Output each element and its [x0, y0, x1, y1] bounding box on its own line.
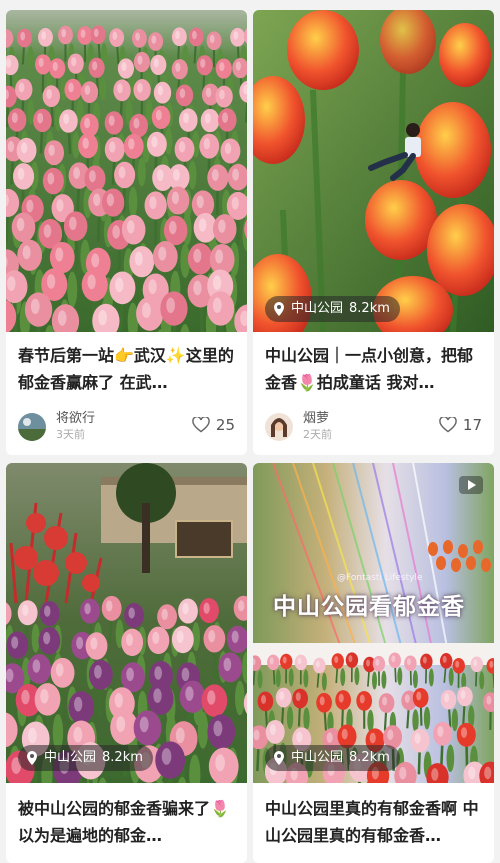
heart-icon — [439, 417, 457, 433]
location-pin-icon — [273, 751, 285, 765]
card-2-author-name: 烟萝 — [303, 411, 332, 427]
card-2-like-count: 17 — [463, 416, 482, 434]
card-2-location-name: 中山公园 — [291, 296, 343, 322]
card-4-title[interactable]: 中山公园里真的有郁金香啊 中山公园里真的有郁金香… — [265, 795, 482, 849]
card-2-author[interactable]: 烟萝 2天前 — [265, 411, 332, 442]
note-card-1[interactable]: 春节后第一站👉武汉✨这里的郁金香赢麻了 在武… 将欲行 3天前 25 — [6, 10, 247, 455]
card-1-post-time: 3天前 — [56, 427, 95, 442]
card-1-title[interactable]: 春节后第一站👉武汉✨这里的郁金香赢麻了 在武… — [18, 342, 235, 396]
card-1-author-name: 将欲行 — [56, 411, 95, 427]
card-1-like-count: 25 — [216, 416, 235, 434]
note-card-2[interactable]: 中山公园 8.2km 中山公园｜一点小创意，把郁金香🌷拍成童话 我对… 烟萝 2… — [253, 10, 494, 455]
card-4-cover-image[interactable]: @Fontasti Lifestyle 中山公园看郁金香 — [253, 463, 494, 783]
play-icon[interactable] — [458, 475, 484, 495]
note-card-4[interactable]: @Fontasti Lifestyle 中山公园看郁金香 中山公园 8.2km … — [253, 463, 494, 863]
card-1-like-button[interactable]: 25 — [192, 416, 235, 434]
card-4-location-name: 中山公园 — [291, 745, 343, 771]
card-4-location-distance: 8.2km — [349, 745, 390, 771]
card-1-cover-image[interactable] — [6, 10, 247, 332]
card-3-cover-image[interactable] — [6, 463, 247, 783]
card-2-like-button[interactable]: 17 — [439, 416, 482, 434]
card-3-title[interactable]: 被中山公园的郁金香骗来了🌷以为是遍地的郁金… — [18, 795, 235, 849]
card-3-location-name: 中山公园 — [44, 745, 96, 771]
card-4-location-tag[interactable]: 中山公园 8.2km — [265, 745, 400, 771]
card-2-post-time: 2天前 — [303, 427, 332, 442]
card-3-location-tag[interactable]: 中山公园 8.2km — [18, 745, 153, 771]
card-2-avatar[interactable] — [265, 413, 293, 441]
card-4-overlay-title: 中山公园看郁金香 — [273, 587, 465, 621]
heart-icon — [192, 417, 210, 433]
card-2-cover-image[interactable] — [253, 10, 494, 332]
card-2-title[interactable]: 中山公园｜一点小创意，把郁金香🌷拍成童话 我对… — [265, 342, 482, 396]
location-pin-icon — [26, 751, 38, 765]
card-1-author[interactable]: 将欲行 3天前 — [18, 411, 95, 442]
card-1-avatar[interactable] — [18, 413, 46, 441]
location-pin-icon — [273, 302, 285, 316]
card-3-location-distance: 8.2km — [102, 745, 143, 771]
card-2-location-distance: 8.2km — [349, 296, 390, 322]
card-4-watermark: @Fontasti Lifestyle — [337, 573, 423, 583]
note-card-3[interactable]: 中山公园 8.2km 被中山公园的郁金香骗来了🌷以为是遍地的郁金… — [6, 463, 247, 863]
card-2-location-tag[interactable]: 中山公园 8.2km — [265, 296, 400, 322]
